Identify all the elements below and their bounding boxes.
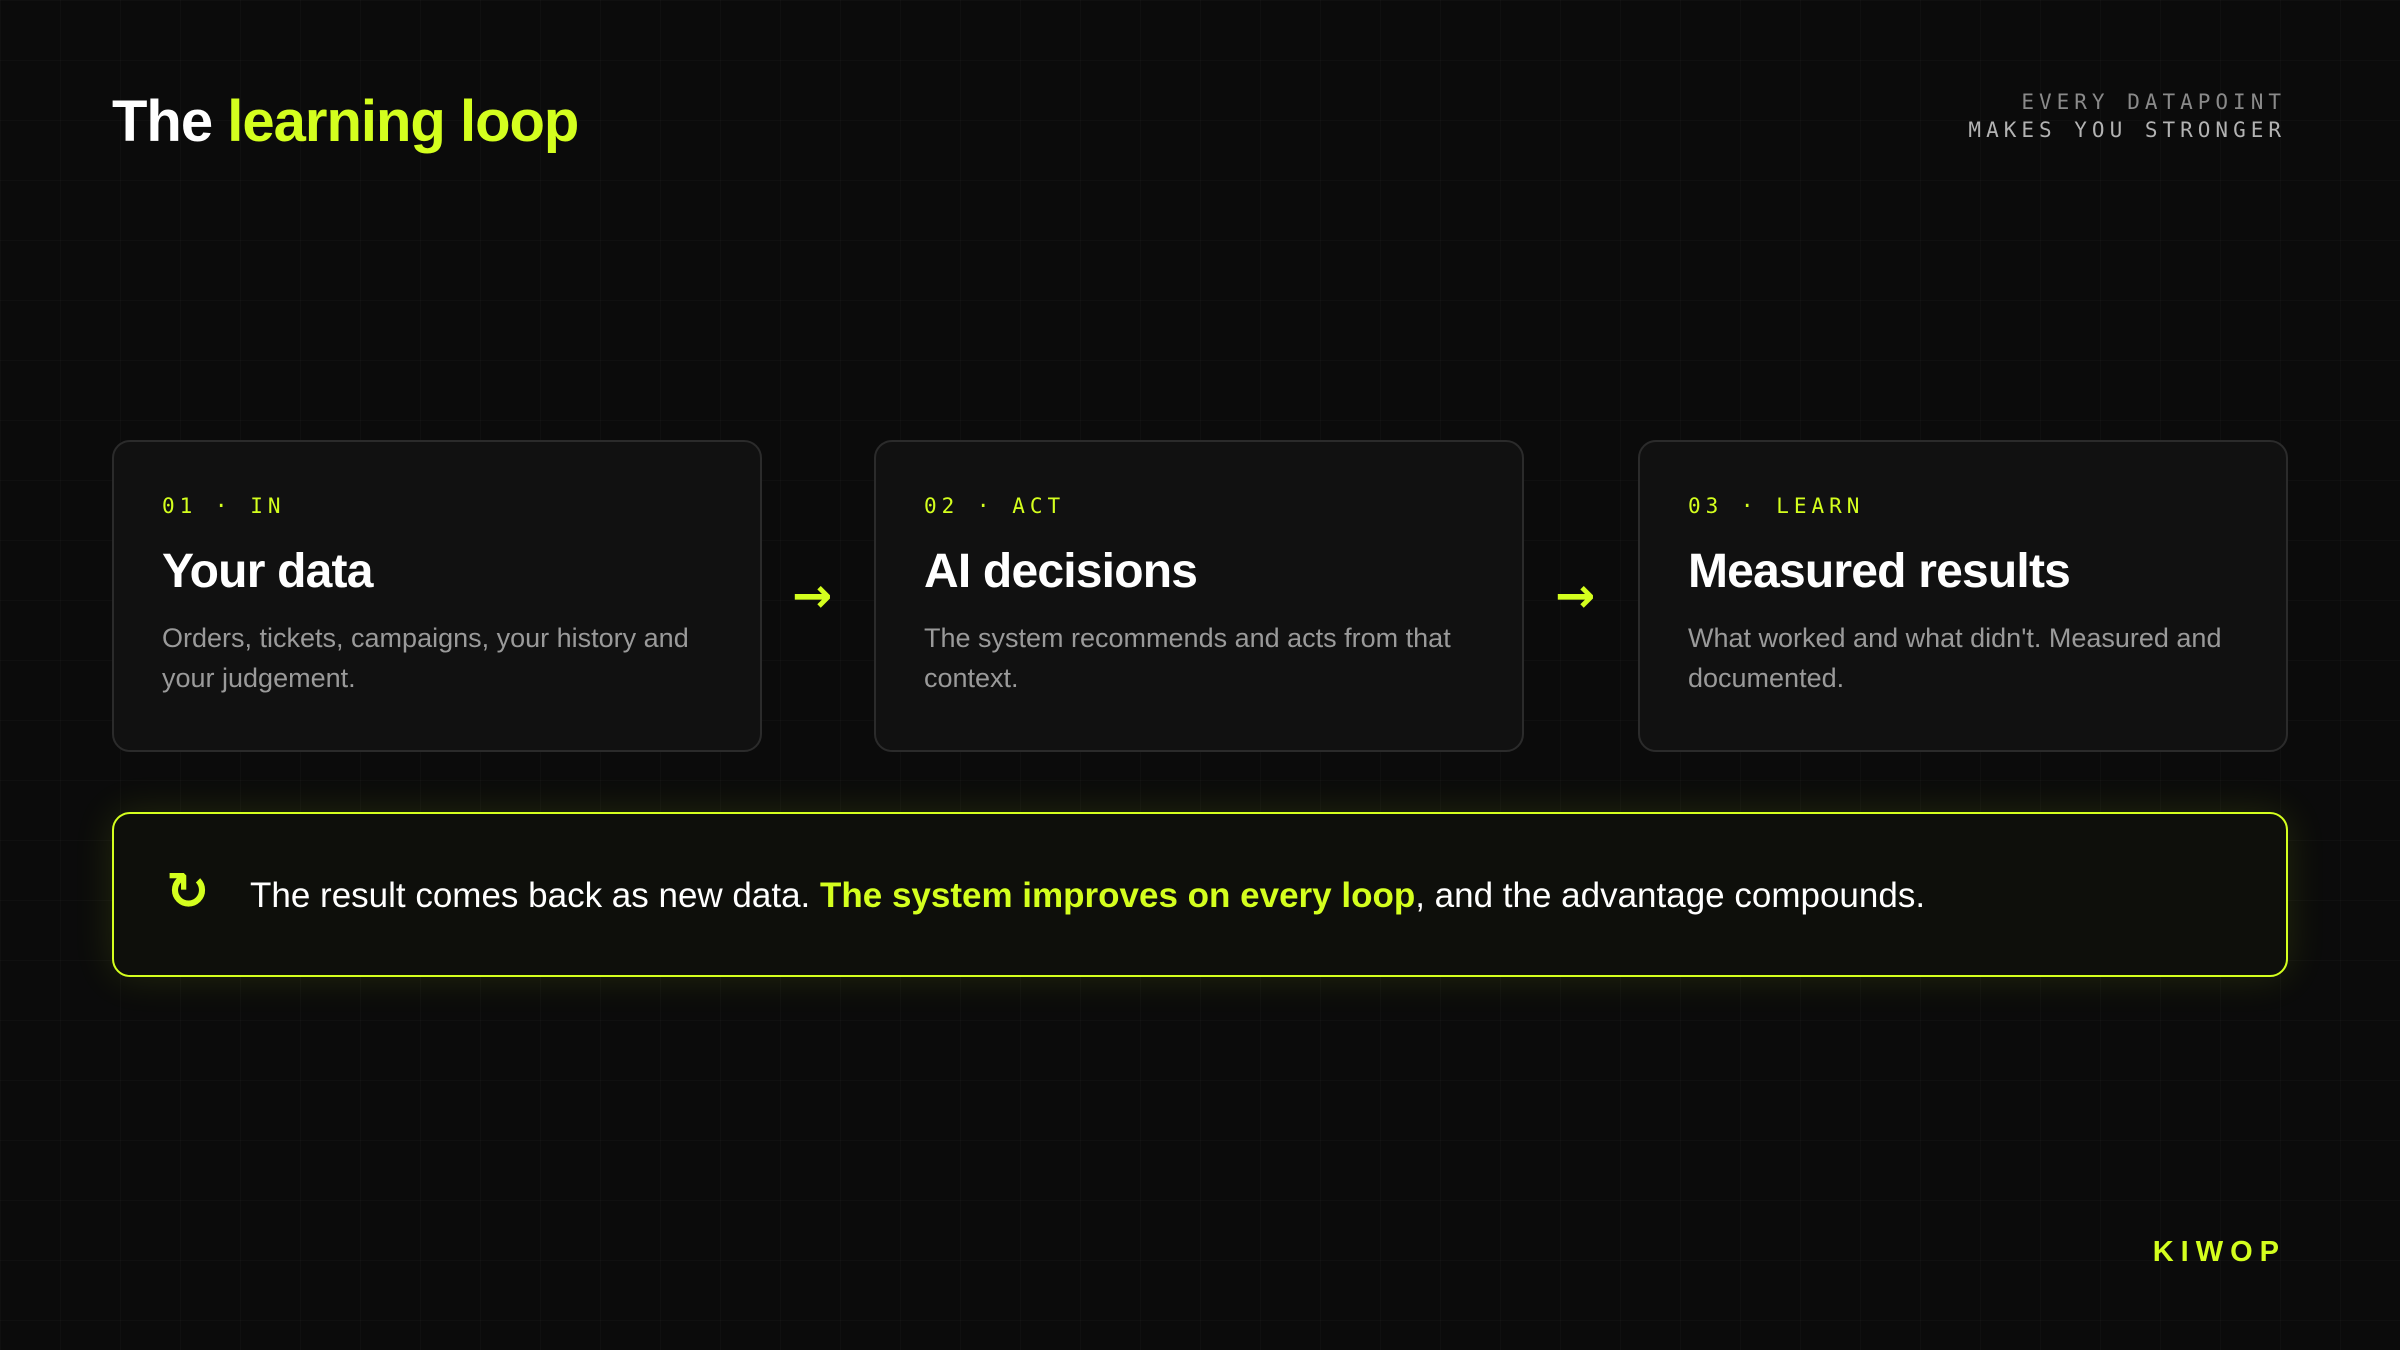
page-title: The learning loop [112, 86, 579, 158]
page-title-accent: learning loop [227, 89, 579, 154]
step-label: 03 · LEARN [1688, 494, 1865, 518]
step-heading: AI decisions [924, 545, 1198, 598]
banner-text-highlight: The system improves on every loop [820, 876, 1416, 915]
step-heading: Your data [162, 545, 373, 598]
tagline-line-1: EVERY DATAPOINT [2021, 90, 2286, 114]
step-label: 02 · ACT [924, 494, 1066, 518]
page-title-prefix: The [112, 89, 213, 154]
step-card-act: 02 · ACT AI decisions The system recomme… [874, 440, 1524, 752]
step-description: The system recommends and acts from that… [924, 623, 1451, 693]
refresh-loop-icon: ↻ [166, 862, 210, 922]
arrow-right-icon: → [792, 568, 833, 624]
step-heading: Measured results [1688, 545, 2071, 598]
loop-summary-banner: ↻ The result comes back as new data. The… [112, 812, 2288, 977]
step-card-learn: 03 · LEARN Measured results What worked … [1638, 440, 2288, 752]
tagline-line-2: MAKES YOU STRONGER [1968, 118, 2286, 142]
step-description: What worked and what didn't. Measured an… [1688, 623, 2222, 693]
step-description: Orders, tickets, campaigns, your history… [162, 623, 689, 693]
banner-text-before: The result comes back as new data. [250, 876, 820, 915]
tagline: EVERY DATAPOINT MAKES YOU STRONGER [1968, 88, 2286, 144]
banner-text-after: , and the advantage compounds. [1415, 876, 1926, 915]
arrow-right-icon: → [1555, 568, 1596, 624]
step-label: 01 · IN [162, 494, 286, 518]
banner-text: The result comes back as new data. The s… [250, 874, 1925, 918]
brand-logo: KIWOP [2152, 1236, 2286, 1268]
step-card-in: 01 · IN Your data Orders, tickets, campa… [112, 440, 762, 752]
